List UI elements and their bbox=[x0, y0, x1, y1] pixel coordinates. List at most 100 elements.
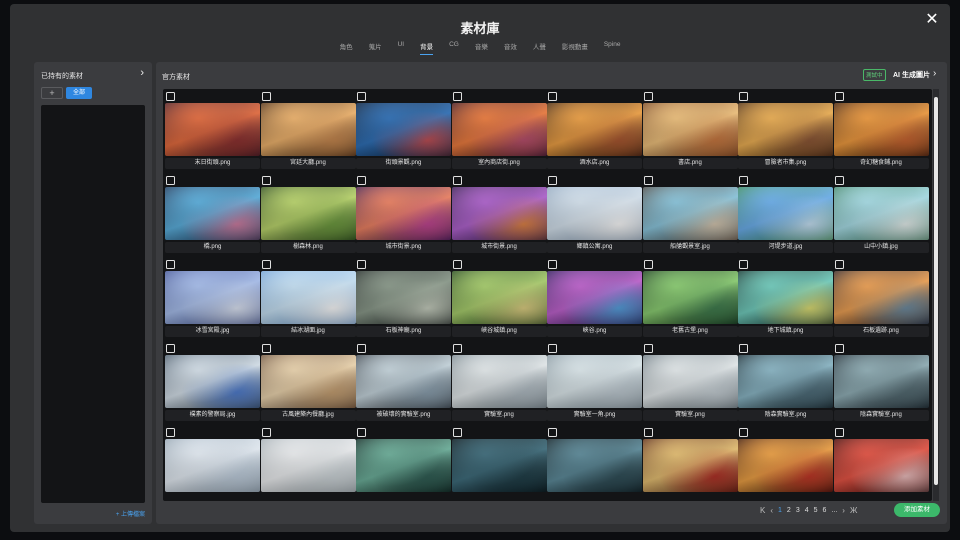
asset-thumbnail[interactable] bbox=[260, 187, 356, 240]
asset-thumbnail[interactable] bbox=[738, 187, 833, 240]
asset-card[interactable]: 峽谷城鎮.png bbox=[451, 259, 547, 343]
asset-checkbox[interactable] bbox=[452, 176, 462, 185]
asset-checkbox[interactable] bbox=[166, 428, 175, 437]
asset-thumbnail[interactable] bbox=[165, 271, 260, 324]
asset-checkbox[interactable] bbox=[739, 92, 748, 101]
ai-generate-button[interactable]: AI 生成圖片 bbox=[893, 70, 930, 80]
next-page-button[interactable]: › bbox=[842, 506, 845, 515]
asset-thumbnail[interactable] bbox=[356, 187, 451, 240]
asset-card[interactable]: 奇幻糖食鋪.png bbox=[833, 91, 929, 175]
asset-card[interactable]: 冒險者市集.png bbox=[738, 91, 833, 175]
asset-thumbnail[interactable] bbox=[642, 271, 738, 324]
asset-checkbox[interactable] bbox=[166, 260, 175, 269]
asset-checkbox[interactable] bbox=[548, 428, 557, 437]
asset-checkbox[interactable] bbox=[643, 260, 653, 269]
chevron-right-icon[interactable]: › bbox=[140, 67, 144, 79]
page-number[interactable]: 2 bbox=[787, 507, 791, 514]
asset-thumbnail[interactable] bbox=[738, 103, 833, 156]
asset-checkbox[interactable] bbox=[834, 428, 844, 437]
asset-checkbox[interactable] bbox=[643, 176, 653, 185]
asset-card[interactable]: 城市街景.png bbox=[356, 175, 451, 259]
asset-thumbnail[interactable] bbox=[547, 271, 642, 324]
asset-checkbox[interactable] bbox=[739, 260, 748, 269]
chevron-right-icon[interactable]: › bbox=[933, 68, 936, 79]
asset-card[interactable]: 實驗室一角.png bbox=[547, 343, 642, 427]
asset-checkbox[interactable] bbox=[548, 260, 557, 269]
asset-card[interactable]: 船艙觀景室.jpg bbox=[642, 175, 738, 259]
asset-card[interactable]: 實驗室.png bbox=[642, 343, 738, 427]
asset-card[interactable]: 酒水店.png bbox=[547, 91, 642, 175]
asset-checkbox[interactable] bbox=[166, 344, 175, 353]
tab-0[interactable]: 角色 bbox=[340, 41, 353, 55]
asset-card[interactable]: 山中小鎮.jpg bbox=[833, 175, 929, 259]
page-number[interactable]: ... bbox=[831, 507, 837, 514]
asset-thumbnail[interactable] bbox=[451, 103, 547, 156]
asset-checkbox[interactable] bbox=[357, 344, 366, 353]
asset-thumbnail[interactable] bbox=[451, 187, 547, 240]
asset-card[interactable]: 地下城鎮.png bbox=[738, 259, 833, 343]
asset-thumbnail[interactable] bbox=[165, 439, 260, 492]
first-page-button[interactable]: K bbox=[760, 506, 765, 515]
asset-checkbox[interactable] bbox=[452, 428, 462, 437]
asset-card[interactable] bbox=[260, 427, 356, 501]
asset-thumbnail[interactable] bbox=[738, 355, 833, 408]
asset-checkbox[interactable] bbox=[357, 92, 366, 101]
asset-thumbnail[interactable] bbox=[356, 103, 451, 156]
asset-thumbnail[interactable] bbox=[738, 271, 833, 324]
asset-checkbox[interactable] bbox=[357, 176, 366, 185]
asset-checkbox[interactable] bbox=[834, 92, 844, 101]
asset-thumbnail[interactable] bbox=[738, 439, 833, 492]
last-page-button[interactable]: Ж bbox=[850, 506, 857, 515]
asset-checkbox[interactable] bbox=[643, 92, 653, 101]
asset-checkbox[interactable] bbox=[643, 344, 653, 353]
asset-thumbnail[interactable] bbox=[260, 103, 356, 156]
asset-card[interactable]: 書店.png bbox=[642, 91, 738, 175]
asset-checkbox[interactable] bbox=[739, 428, 748, 437]
tab-5[interactable]: 音樂 bbox=[475, 41, 488, 55]
asset-card[interactable]: 鄉鎮公寓.png bbox=[547, 175, 642, 259]
asset-checkbox[interactable] bbox=[261, 428, 271, 437]
asset-checkbox[interactable] bbox=[739, 176, 748, 185]
asset-checkbox[interactable] bbox=[452, 260, 462, 269]
asset-card[interactable]: 被破壞的實驗室.png bbox=[356, 343, 451, 427]
asset-checkbox[interactable] bbox=[452, 344, 462, 353]
asset-card[interactable]: 樹森林.png bbox=[260, 175, 356, 259]
asset-card[interactable] bbox=[642, 427, 738, 501]
asset-checkbox[interactable] bbox=[166, 176, 175, 185]
asset-thumbnail[interactable] bbox=[833, 187, 929, 240]
asset-checkbox[interactable] bbox=[357, 260, 366, 269]
asset-thumbnail[interactable] bbox=[547, 439, 642, 492]
tab-1[interactable]: 蒐片 bbox=[369, 41, 382, 55]
tab-4[interactable]: CG bbox=[449, 41, 459, 55]
asset-thumbnail[interactable] bbox=[356, 271, 451, 324]
grid-scrollbar[interactable] bbox=[933, 89, 939, 501]
asset-thumbnail[interactable] bbox=[165, 187, 260, 240]
asset-thumbnail[interactable] bbox=[547, 187, 642, 240]
asset-checkbox[interactable] bbox=[643, 428, 653, 437]
asset-card[interactable] bbox=[356, 427, 451, 501]
page-number[interactable]: 6 bbox=[823, 507, 827, 514]
asset-checkbox[interactable] bbox=[739, 344, 748, 353]
asset-card[interactable]: 石板神廟.png bbox=[356, 259, 451, 343]
page-number[interactable]: 5 bbox=[814, 507, 818, 514]
asset-thumbnail[interactable] bbox=[833, 355, 929, 408]
asset-checkbox[interactable] bbox=[261, 92, 271, 101]
tab-2[interactable]: UI bbox=[398, 41, 405, 55]
asset-card[interactable] bbox=[165, 427, 260, 501]
asset-card[interactable]: 峽谷.png bbox=[547, 259, 642, 343]
asset-thumbnail[interactable] bbox=[642, 439, 738, 492]
asset-checkbox[interactable] bbox=[834, 176, 844, 185]
asset-card[interactable]: 石板遺跡.png bbox=[833, 259, 929, 343]
asset-card[interactable]: 結冰湖面.jpg bbox=[260, 259, 356, 343]
asset-card[interactable]: 實驗室.png bbox=[451, 343, 547, 427]
asset-checkbox[interactable] bbox=[261, 176, 271, 185]
asset-thumbnail[interactable] bbox=[642, 103, 738, 156]
asset-card[interactable]: 城市街景.png bbox=[451, 175, 547, 259]
asset-thumbnail[interactable] bbox=[642, 187, 738, 240]
asset-card[interactable]: 橋.png bbox=[165, 175, 260, 259]
asset-thumbnail[interactable] bbox=[833, 439, 929, 492]
add-folder-button[interactable]: + bbox=[41, 87, 63, 99]
asset-card[interactable]: 樸素的警察局.jpg bbox=[165, 343, 260, 427]
asset-card[interactable] bbox=[547, 427, 642, 501]
asset-thumbnail[interactable] bbox=[260, 271, 356, 324]
